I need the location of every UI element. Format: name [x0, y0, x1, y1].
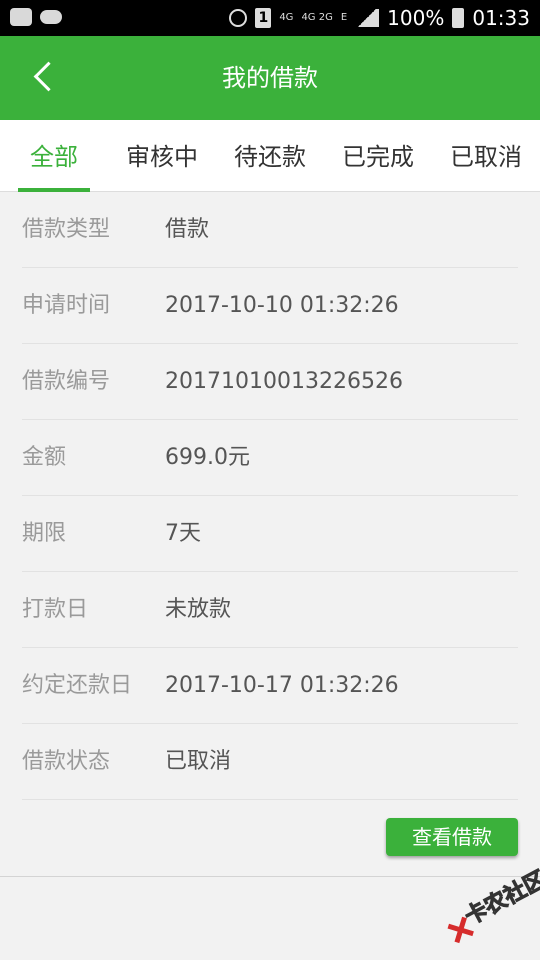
- detail-row-due-date: 约定还款日 2017-10-17 01:32:26: [22, 648, 518, 724]
- back-button[interactable]: [22, 56, 66, 100]
- detail-label: 金额: [22, 445, 67, 470]
- detail-label: 借款类型: [22, 217, 111, 242]
- status-tabs: 全部 审核中 待还款 已完成 已取消: [0, 120, 540, 192]
- network-indicator-2: 4G 2G: [301, 12, 333, 23]
- detail-value: 2017-10-10 01:32:26: [165, 293, 399, 318]
- detail-row-loan-number: 借款编号 20171010013226526: [22, 344, 518, 420]
- detail-label: 借款状态: [22, 749, 111, 774]
- detail-value: 7天: [165, 521, 201, 546]
- network-indicator-1: 4G: [279, 12, 294, 23]
- detail-label: 打款日: [22, 597, 89, 622]
- page-title: 我的借款: [222, 64, 318, 92]
- message-icon: [10, 8, 32, 26]
- clock-time: 01:33: [472, 6, 530, 30]
- loan-detail-list: 借款类型 借款 申请时间 2017-10-10 01:32:26 借款编号 20…: [0, 192, 540, 800]
- data-type-indicator: E: [340, 12, 348, 23]
- weather-cloud-icon: [40, 10, 62, 24]
- detail-label: 借款编号: [22, 369, 111, 394]
- watermark-text: 卡农社区: [461, 866, 540, 931]
- battery-percent: 100%: [387, 6, 445, 30]
- detail-row-disbursement-date: 打款日 未放款: [22, 572, 518, 648]
- detail-value: 已取消: [165, 749, 232, 774]
- detail-row-application-time: 申请时间 2017-10-10 01:32:26: [22, 268, 518, 344]
- view-loan-button[interactable]: 查看借款: [386, 818, 518, 856]
- detail-row-loan-type: 借款类型 借款: [22, 192, 518, 268]
- detail-value: 未放款: [165, 597, 232, 622]
- detail-label: 申请时间: [22, 293, 111, 318]
- tab-cancelled[interactable]: 已取消: [444, 120, 528, 192]
- status-bar: 1 4G 4G 2G E 100% 01:33: [0, 0, 540, 36]
- detail-value: 借款: [165, 217, 210, 242]
- app-header: 我的借款: [0, 36, 540, 120]
- tab-under-review[interactable]: 审核中: [120, 120, 204, 192]
- sim-slot-icon: 1: [255, 8, 272, 28]
- battery-icon: [452, 8, 465, 28]
- alarm-icon: [229, 9, 248, 27]
- detail-label: 期限: [22, 521, 67, 546]
- detail-row-loan-status: 借款状态 已取消: [22, 724, 518, 800]
- signal-icon: [355, 9, 380, 27]
- detail-row-term: 期限 7天: [22, 496, 518, 572]
- detail-value: 2017-10-17 01:32:26: [165, 673, 399, 698]
- watermark-logo: 卡农社区: [427, 850, 540, 959]
- tab-pending-repayment[interactable]: 待还款: [228, 120, 312, 192]
- detail-row-amount: 金额 699.0元: [22, 420, 518, 496]
- detail-value: 699.0元: [165, 445, 250, 470]
- detail-label: 约定还款日: [22, 673, 133, 698]
- tab-all[interactable]: 全部: [18, 120, 90, 192]
- detail-value: 20171010013226526: [165, 369, 403, 394]
- tab-completed[interactable]: 已完成: [336, 120, 420, 192]
